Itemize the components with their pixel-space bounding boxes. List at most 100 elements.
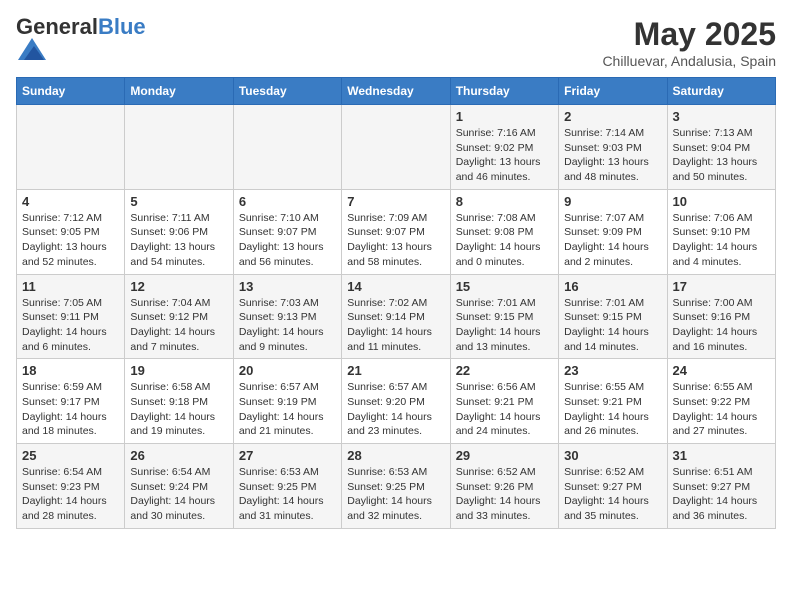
- calendar-day-cell: 6Sunrise: 7:10 AMSunset: 9:07 PMDaylight…: [233, 189, 341, 274]
- calendar-week-row: 18Sunrise: 6:59 AMSunset: 9:17 PMDayligh…: [17, 359, 776, 444]
- calendar-day-cell: [342, 105, 450, 190]
- day-info: Sunrise: 7:03 AMSunset: 9:13 PMDaylight:…: [239, 296, 336, 355]
- day-number: 26: [130, 448, 227, 463]
- day-info: Sunrise: 7:02 AMSunset: 9:14 PMDaylight:…: [347, 296, 444, 355]
- calendar-day-cell: 2 Sunrise: 7:14 AMSunset: 9:03 PMDaylight…: [559, 105, 667, 190]
- day-number: 4: [22, 194, 119, 209]
- day-number: 31: [673, 448, 770, 463]
- calendar-day-cell: 4 Sunrise: 7:12 AMSunset: 9:05 PMDaylight…: [17, 189, 125, 274]
- calendar-table: SundayMondayTuesdayWednesdayThursdayFrid…: [16, 77, 776, 529]
- day-info: Sunrise: 6:53 AMSunset: 9:25 PMDaylight:…: [239, 465, 336, 524]
- logo-blue: Blue: [98, 14, 146, 39]
- calendar-day-cell: 12Sunrise: 7:04 AMSunset: 9:12 PMDayligh…: [125, 274, 233, 359]
- calendar-week-row: 11 Sunrise: 7:05 AMSunset: 9:11 PMDayligh…: [17, 274, 776, 359]
- calendar-week-row: 25 Sunrise: 6:54 AMSunset: 9:23 PMDayligh…: [17, 444, 776, 529]
- day-info: Sunrise: 6:55 AMSunset: 9:21 PMDaylight:…: [564, 380, 661, 439]
- day-number: 6: [239, 194, 336, 209]
- calendar-day-cell: 28 Sunrise: 6:53 AMSunset: 9:25 PMDayligh…: [342, 444, 450, 529]
- weekday-header: Thursday: [450, 78, 558, 105]
- day-number: 29: [456, 448, 553, 463]
- calendar-day-cell: 27 Sunrise: 6:53 AMSunset: 9:25 PMDayligh…: [233, 444, 341, 529]
- calendar-day-cell: [125, 105, 233, 190]
- day-info: Sunrise: 7:12 AMSunset: 9:05 PMDaylight:…: [22, 211, 119, 270]
- day-number: 7: [347, 194, 444, 209]
- day-number: 15: [456, 279, 553, 294]
- day-number: 14: [347, 279, 444, 294]
- calendar-day-cell: 23 Sunrise: 6:55 AMSunset: 9:21 PMDayligh…: [559, 359, 667, 444]
- calendar-day-cell: 13 Sunrise: 7:03 AMSunset: 9:13 PMDayligh…: [233, 274, 341, 359]
- day-number: 12: [130, 279, 227, 294]
- day-info: Sunrise: 7:07 AMSunset: 9:09 PMDaylight:…: [564, 211, 661, 270]
- calendar-day-cell: [17, 105, 125, 190]
- weekday-header: Wednesday: [342, 78, 450, 105]
- calendar-day-cell: 9 Sunrise: 7:07 AMSunset: 9:09 PMDaylight…: [559, 189, 667, 274]
- day-info: Sunrise: 6:58 AMSunset: 9:18 PMDaylight:…: [130, 380, 227, 439]
- calendar-day-cell: 31 Sunrise: 6:51 AMSunset: 9:27 PMDayligh…: [667, 444, 775, 529]
- day-info: Sunrise: 7:11 AMSunset: 9:06 PMDaylight:…: [130, 211, 227, 270]
- day-info: Sunrise: 7:00 AMSunset: 9:16 PMDaylight:…: [673, 296, 770, 355]
- day-number: 30: [564, 448, 661, 463]
- month-title: May 2025: [602, 16, 776, 53]
- day-info: Sunrise: 6:52 AMSunset: 9:26 PMDaylight:…: [456, 465, 553, 524]
- weekday-header: Saturday: [667, 78, 775, 105]
- day-number: 27: [239, 448, 336, 463]
- logo-icon: [18, 38, 46, 60]
- calendar-day-cell: 21 Sunrise: 6:57 AMSunset: 9:20 PMDayligh…: [342, 359, 450, 444]
- day-number: 9: [564, 194, 661, 209]
- calendar-day-cell: 25 Sunrise: 6:54 AMSunset: 9:23 PMDayligh…: [17, 444, 125, 529]
- day-info: Sunrise: 6:51 AMSunset: 9:27 PMDaylight:…: [673, 465, 770, 524]
- calendar-day-cell: 17 Sunrise: 7:00 AMSunset: 9:16 PMDayligh…: [667, 274, 775, 359]
- calendar-day-cell: 3 Sunrise: 7:13 AMSunset: 9:04 PMDaylight…: [667, 105, 775, 190]
- day-number: 21: [347, 363, 444, 378]
- day-number: 2: [564, 109, 661, 124]
- calendar-day-cell: 26 Sunrise: 6:54 AMSunset: 9:24 PMDayligh…: [125, 444, 233, 529]
- day-number: 8: [456, 194, 553, 209]
- calendar-day-cell: 1Sunrise: 7:16 AMSunset: 9:02 PMDaylight…: [450, 105, 558, 190]
- day-number: 25: [22, 448, 119, 463]
- day-number: 18: [22, 363, 119, 378]
- day-number: 23: [564, 363, 661, 378]
- day-info: Sunrise: 6:54 AMSunset: 9:24 PMDaylight:…: [130, 465, 227, 524]
- day-number: 3: [673, 109, 770, 124]
- page-header: GeneralBlue May 2025 Chilluevar, Andalus…: [16, 16, 776, 69]
- calendar-day-cell: 24Sunrise: 6:55 AMSunset: 9:22 PMDayligh…: [667, 359, 775, 444]
- day-info: Sunrise: 7:09 AMSunset: 9:07 PMDaylight:…: [347, 211, 444, 270]
- day-number: 28: [347, 448, 444, 463]
- calendar-day-cell: 10Sunrise: 7:06 AMSunset: 9:10 PMDayligh…: [667, 189, 775, 274]
- calendar-week-row: 4 Sunrise: 7:12 AMSunset: 9:05 PMDaylight…: [17, 189, 776, 274]
- header-row: SundayMondayTuesdayWednesdayThursdayFrid…: [17, 78, 776, 105]
- day-number: 13: [239, 279, 336, 294]
- day-number: 11: [22, 279, 119, 294]
- weekday-header: Friday: [559, 78, 667, 105]
- logo-general: General: [16, 14, 98, 39]
- calendar-day-cell: 15Sunrise: 7:01 AMSunset: 9:15 PMDayligh…: [450, 274, 558, 359]
- calendar-day-cell: 18Sunrise: 6:59 AMSunset: 9:17 PMDayligh…: [17, 359, 125, 444]
- day-info: Sunrise: 6:57 AMSunset: 9:19 PMDaylight:…: [239, 380, 336, 439]
- day-number: 19: [130, 363, 227, 378]
- day-info: Sunrise: 6:57 AMSunset: 9:20 PMDaylight:…: [347, 380, 444, 439]
- day-info: Sunrise: 7:06 AMSunset: 9:10 PMDaylight:…: [673, 211, 770, 270]
- day-info: Sunrise: 6:54 AMSunset: 9:23 PMDaylight:…: [22, 465, 119, 524]
- day-info: Sunrise: 7:05 AMSunset: 9:11 PMDaylight:…: [22, 296, 119, 355]
- calendar-day-cell: 8 Sunrise: 7:08 AMSunset: 9:08 PMDaylight…: [450, 189, 558, 274]
- day-number: 16: [564, 279, 661, 294]
- day-info: Sunrise: 6:52 AMSunset: 9:27 PMDaylight:…: [564, 465, 661, 524]
- weekday-header: Sunday: [17, 78, 125, 105]
- calendar-day-cell: 11 Sunrise: 7:05 AMSunset: 9:11 PMDayligh…: [17, 274, 125, 359]
- weekday-header: Monday: [125, 78, 233, 105]
- calendar-day-cell: 14 Sunrise: 7:02 AMSunset: 9:14 PMDayligh…: [342, 274, 450, 359]
- day-number: 24: [673, 363, 770, 378]
- day-info: Sunrise: 7:14 AMSunset: 9:03 PMDaylight:…: [564, 126, 661, 185]
- logo: GeneralBlue: [16, 16, 146, 65]
- title-block: May 2025 Chilluevar, Andalusia, Spain: [602, 16, 776, 69]
- calendar-week-row: 1Sunrise: 7:16 AMSunset: 9:02 PMDaylight…: [17, 105, 776, 190]
- weekday-header: Tuesday: [233, 78, 341, 105]
- day-number: 17: [673, 279, 770, 294]
- day-info: Sunrise: 7:08 AMSunset: 9:08 PMDaylight:…: [456, 211, 553, 270]
- calendar-day-cell: 7 Sunrise: 7:09 AMSunset: 9:07 PMDaylight…: [342, 189, 450, 274]
- calendar-day-cell: 19 Sunrise: 6:58 AMSunset: 9:18 PMDayligh…: [125, 359, 233, 444]
- day-info: Sunrise: 6:56 AMSunset: 9:21 PMDaylight:…: [456, 380, 553, 439]
- day-info: Sunrise: 7:13 AMSunset: 9:04 PMDaylight:…: [673, 126, 770, 185]
- calendar-day-cell: 29 Sunrise: 6:52 AMSunset: 9:26 PMDayligh…: [450, 444, 558, 529]
- day-info: Sunrise: 6:53 AMSunset: 9:25 PMDaylight:…: [347, 465, 444, 524]
